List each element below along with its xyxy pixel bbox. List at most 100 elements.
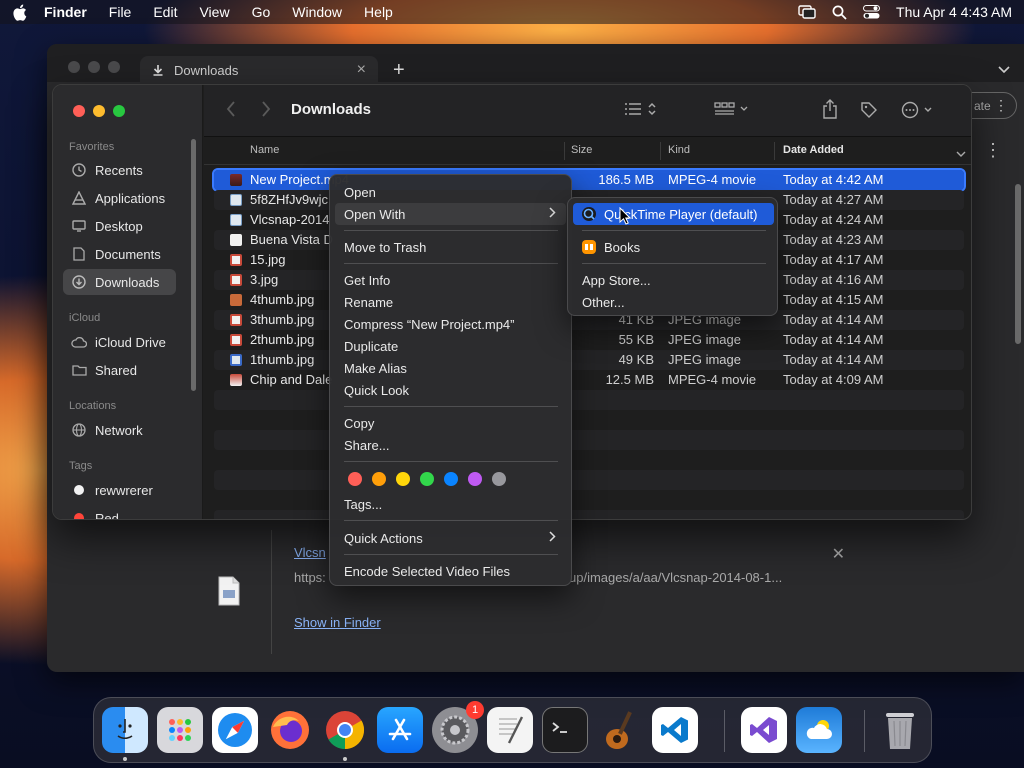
table-row[interactable]: 1thumb.jpg 49 KB JPEG image Today at 4:1…	[214, 350, 964, 370]
app-store-icon[interactable]	[377, 707, 423, 753]
trash-icon[interactable]	[877, 707, 923, 753]
firefox-icon[interactable]	[267, 707, 313, 753]
menu-item-share[interactable]: Share...	[335, 434, 566, 456]
finder-zoom-button[interactable]	[113, 105, 125, 117]
menu-item-tags[interactable]: Tags...	[335, 493, 566, 515]
sidebar-item-documents[interactable]: Documents	[63, 241, 176, 267]
submenu-item-app-store[interactable]: App Store...	[573, 269, 774, 291]
menu-app-name[interactable]: Finder	[44, 4, 87, 20]
forward-chevron-icon[interactable]	[261, 101, 271, 122]
sidebar-item-downloads[interactable]: Downloads	[63, 269, 176, 295]
column-separator[interactable]	[564, 142, 565, 160]
back-chevron-icon[interactable]	[226, 101, 236, 122]
menu-item-open-with[interactable]: Open With	[335, 203, 566, 225]
tab-list-chevron-icon[interactable]	[998, 62, 1010, 77]
menu-edit[interactable]: Edit	[153, 4, 177, 20]
sidebar-item-shared[interactable]: Shared	[63, 357, 176, 383]
submenu-item-other[interactable]: Other...	[573, 291, 774, 313]
sidebar-item-icloud-drive[interactable]: iCloud Drive	[63, 329, 176, 355]
column-separator[interactable]	[660, 142, 661, 160]
sidebar-item-recents[interactable]: Recents	[63, 157, 176, 183]
browser-tab-downloads[interactable]: Downloads ×	[140, 56, 378, 84]
spotlight-search-icon[interactable]	[832, 5, 847, 20]
tag-icon[interactable]	[860, 101, 878, 119]
sidebar-item-tag-rewwrerer[interactable]: rewwrerer	[63, 477, 176, 503]
tag-color-red[interactable]	[348, 472, 362, 486]
safari-icon[interactable]	[212, 707, 258, 753]
system-settings-icon[interactable]: 1	[432, 701, 484, 753]
sidebar-item-network[interactable]: Network	[63, 417, 176, 443]
menu-item-open[interactable]: Open	[335, 181, 566, 203]
sidebar-item-tag-red[interactable]: Red	[63, 505, 176, 519]
submenu-item-quicktime[interactable]: QuickTime Player (default)	[573, 203, 774, 225]
menu-item-encode-video[interactable]: Encode Selected Video Files	[335, 560, 566, 582]
menu-help[interactable]: Help	[364, 4, 393, 20]
control-center-icon[interactable]	[863, 5, 881, 19]
sort-chevron-icon[interactable]	[956, 146, 966, 161]
tag-color-purple[interactable]	[468, 472, 482, 486]
column-name[interactable]: Name	[250, 144, 279, 156]
browser-tab-title: Downloads	[174, 62, 239, 78]
column-separator[interactable]	[774, 142, 775, 160]
show-in-finder-link[interactable]: Show in Finder	[294, 615, 381, 630]
sidebar-item-applications[interactable]: Applications	[63, 185, 176, 211]
menu-item-make-alias[interactable]: Make Alias	[335, 357, 566, 379]
table-row[interactable]: 2thumb.jpg 55 KB JPEG image Today at 4:1…	[214, 330, 964, 350]
browser-minimize-button[interactable]	[88, 61, 100, 73]
screen-mirroring-icon[interactable]	[798, 5, 816, 19]
downloads-menu-icon[interactable]: ⋮	[984, 140, 1002, 161]
list-view-icon[interactable]	[624, 101, 658, 117]
share-icon[interactable]	[822, 99, 838, 119]
new-tab-icon[interactable]: +	[393, 59, 405, 82]
table-row[interactable]: New Project.mp4 186.5 MB MPEG-4 movie To…	[212, 168, 966, 192]
tag-color-green[interactable]	[420, 472, 434, 486]
visual-studio-icon[interactable]	[741, 707, 787, 753]
weather-icon[interactable]	[796, 707, 842, 753]
column-size[interactable]: Size	[571, 144, 592, 156]
textedit-icon[interactable]	[487, 707, 533, 753]
menu-view[interactable]: View	[199, 4, 229, 20]
more-actions-icon[interactable]	[901, 101, 935, 119]
tag-color-blue[interactable]	[444, 472, 458, 486]
menu-file[interactable]: File	[109, 4, 132, 20]
column-date-added[interactable]: Date Added	[783, 144, 844, 156]
tag-color-orange[interactable]	[372, 472, 386, 486]
menu-item-get-info[interactable]: Get Info	[335, 269, 566, 291]
chrome-icon[interactable]	[322, 707, 368, 753]
menu-item-rename[interactable]: Rename	[335, 291, 566, 313]
finder-icon[interactable]	[102, 707, 148, 753]
browser-zoom-button[interactable]	[108, 61, 120, 73]
menu-window[interactable]: Window	[292, 4, 342, 20]
menu-item-duplicate[interactable]: Duplicate	[335, 335, 566, 357]
apple-menu-icon[interactable]	[12, 4, 28, 21]
column-header: Name Size Kind Date Added	[204, 137, 971, 165]
menu-clock[interactable]: Thu Apr 4 4:43 AM	[896, 4, 1012, 20]
download-file-link[interactable]: Vlcsn	[294, 545, 326, 560]
browser-close-button[interactable]	[68, 61, 80, 73]
menu-go[interactable]: Go	[252, 4, 271, 20]
sidebar-scrollbar[interactable]	[191, 139, 196, 391]
terminal-icon[interactable]	[542, 707, 588, 753]
menu-item-move-to-trash[interactable]: Move to Trash	[335, 236, 566, 258]
download-close-icon[interactable]: ✕	[832, 544, 845, 564]
group-view-icon[interactable]	[714, 101, 750, 117]
launchpad-icon[interactable]	[157, 707, 203, 753]
tag-color-gray[interactable]	[492, 472, 506, 486]
menu-item-compress[interactable]: Compress “New Project.mp4”	[335, 313, 566, 335]
vscode-icon[interactable]	[652, 707, 698, 753]
tab-close-icon[interactable]: ×	[357, 61, 366, 79]
menu-item-copy[interactable]: Copy	[335, 412, 566, 434]
menu-separator	[344, 230, 558, 231]
menu-item-quick-actions[interactable]: Quick Actions	[335, 527, 566, 549]
table-row[interactable]: Chip and Dale 12.5 MB MPEG-4 movie Today…	[214, 370, 964, 390]
tag-dot-icon	[71, 482, 87, 498]
submenu-item-books[interactable]: Books	[573, 236, 774, 258]
column-kind[interactable]: Kind	[668, 144, 690, 156]
menu-item-quick-look[interactable]: Quick Look	[335, 379, 566, 401]
tag-color-yellow[interactable]	[396, 472, 410, 486]
browser-scrollbar[interactable]	[1015, 184, 1021, 344]
finder-minimize-button[interactable]	[93, 105, 105, 117]
garageband-icon[interactable]	[597, 707, 643, 753]
sidebar-item-desktop[interactable]: Desktop	[63, 213, 176, 239]
finder-close-button[interactable]	[73, 105, 85, 117]
